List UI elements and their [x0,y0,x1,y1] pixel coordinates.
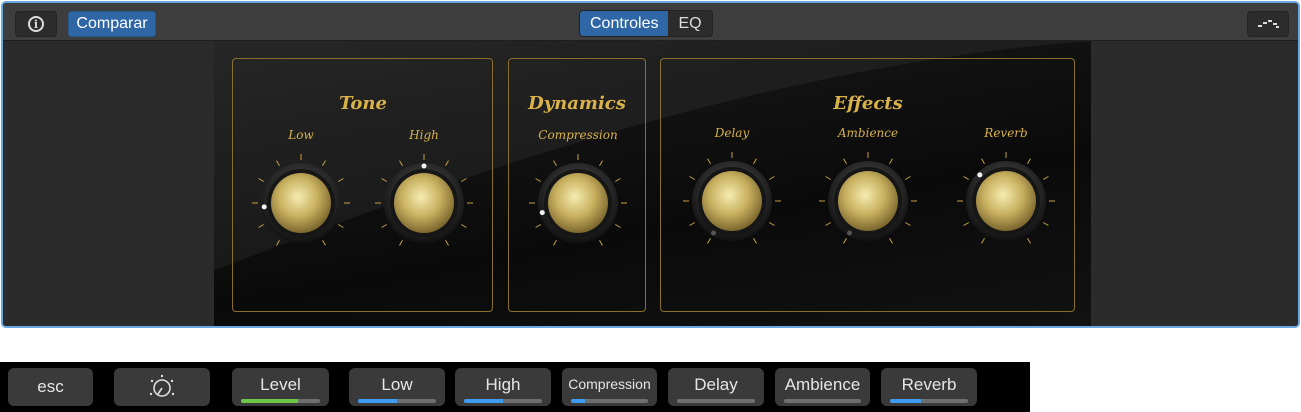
slider-label: Level [260,375,301,394]
slider-fill [241,399,298,403]
slider-label: High [485,375,521,394]
plugin-panel: Tone Dynamics Effects Low High Compression… [214,41,1091,326]
slider-label: Delay [694,375,738,394]
touchbar-slider-compression[interactable]: Compression [562,368,657,406]
knob-label-ambience: Ambience [837,126,899,140]
knob-low[interactable] [251,153,351,253]
knob-indicator [977,172,983,178]
plugin-area: Tone Dynamics Effects Low High Compression… [3,41,1298,326]
slider-fill [571,399,585,403]
knob-ambience[interactable] [818,151,918,251]
slider-track[interactable] [464,399,542,403]
knob-label-reverb: Reverb [984,126,1028,140]
slider-label: Ambience [784,375,861,394]
knob-high[interactable] [374,153,474,253]
knob-label-low: Low [288,128,314,142]
slider-track[interactable] [784,399,861,403]
slider-label: Compression [568,376,651,392]
tone-title: Tone [339,93,387,114]
slider-fill [890,399,922,403]
tab-controles[interactable]: Controles [580,11,669,36]
knob-label-delay: Delay [714,126,750,140]
knob-label-high: High [409,128,439,142]
knob-icon [149,374,175,397]
slider-track[interactable] [677,399,755,403]
knob-reverb[interactable] [956,151,1056,251]
slider-fill [358,399,397,403]
effects-title: Effects [833,93,903,114]
view-toggle-icon [1258,20,1279,28]
info-icon: i [28,16,44,32]
view-segmented-control: Controles EQ [579,10,713,37]
plugin-window: i Comparar Controles EQ Tone Dynamics Ef… [1,1,1300,328]
touchbar-slider-reverb[interactable]: Reverb [881,368,977,406]
slider-label: Reverb [901,375,957,394]
knob-indicator [539,210,545,216]
slider-fill [464,399,503,403]
knob-indicator [711,230,716,236]
compare-button[interactable]: Comparar [68,11,156,37]
view-toggle-button[interactable] [1247,11,1289,37]
slider-track[interactable] [241,399,320,403]
dynamics-title: Dynamics [528,93,626,114]
knob-indicator [847,230,852,236]
knob-indicator [261,204,267,210]
slider-track[interactable] [890,399,968,403]
info-button[interactable]: i [15,11,57,37]
slider-track[interactable] [571,399,648,403]
knob-compression[interactable] [528,153,628,253]
knob-label-compression: Compression [538,128,618,142]
tab-eq[interactable]: EQ [668,11,711,36]
knob-view-key[interactable] [114,368,210,406]
esc-key[interactable]: esc [8,368,93,406]
knob-indicator [421,163,427,169]
touchbar-slider-low[interactable]: Low [349,368,445,406]
knob-delay[interactable] [682,151,782,251]
slider-label: Low [381,375,413,394]
plugin-toolbar: i Comparar Controles EQ [3,3,1298,41]
touchbar-slider-ambience[interactable]: Ambience [775,368,870,406]
touchbar-slider-delay[interactable]: Delay [668,368,764,406]
touchbar-slider-level[interactable]: Level [232,368,329,406]
touch-bar: esc Level Low High Compression Delay Ambience… [0,362,1030,412]
touchbar-slider-high[interactable]: High [455,368,551,406]
slider-track[interactable] [358,399,436,403]
